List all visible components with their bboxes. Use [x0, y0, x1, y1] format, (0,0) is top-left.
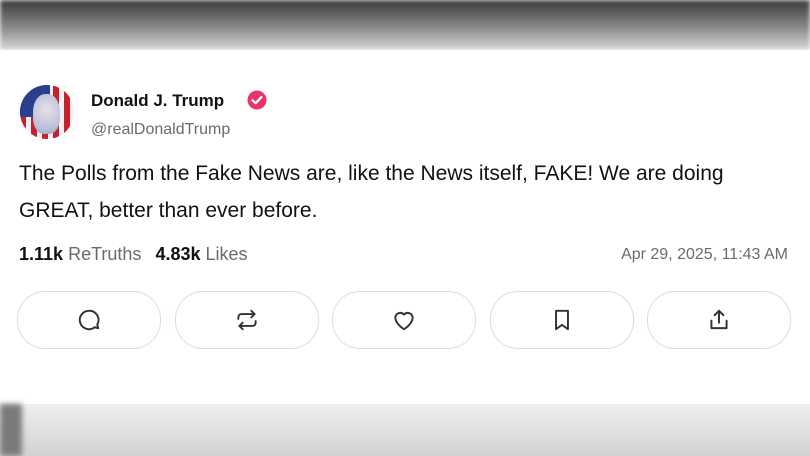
- retruths-count: 1.11k: [19, 244, 64, 264]
- action-bar: [17, 291, 791, 349]
- post-timestamp: Apr 29, 2025, 11:43 AM: [621, 246, 788, 263]
- verified-badge-icon: [247, 90, 267, 110]
- retruths-label: ReTruths: [68, 244, 142, 264]
- post-card: Donald J. Trump @realDonaldTrump The Pol…: [0, 50, 810, 404]
- post-text: The Polls from the Fake News are, like t…: [19, 162, 724, 222]
- likes-stat[interactable]: 4.83k Likes: [155, 244, 247, 264]
- background-blur-bottom: [0, 404, 810, 456]
- author-name[interactable]: Donald J. Trump: [91, 91, 224, 111]
- like-button[interactable]: [332, 291, 476, 349]
- reply-icon: [78, 309, 100, 331]
- post-stats: 1.11k ReTruths 4.83k Likes: [19, 244, 248, 265]
- avatar[interactable]: [20, 85, 74, 139]
- retruths-stat[interactable]: 1.11k ReTruths: [19, 244, 141, 264]
- bookmark-icon: [554, 309, 569, 331]
- bookmark-button[interactable]: [489, 291, 634, 349]
- likes-label: Likes: [205, 244, 248, 264]
- author-handle[interactable]: @realDonaldTrump: [91, 121, 230, 139]
- share-button[interactable]: [647, 291, 791, 349]
- likes-count: 4.83k: [155, 244, 201, 264]
- share-icon: [710, 309, 728, 330]
- retruth-icon: [236, 309, 257, 331]
- reply-button[interactable]: [17, 291, 161, 349]
- background-blur-top: [0, 0, 810, 50]
- heart-icon: [394, 312, 414, 331]
- retruth-button[interactable]: [174, 291, 319, 349]
